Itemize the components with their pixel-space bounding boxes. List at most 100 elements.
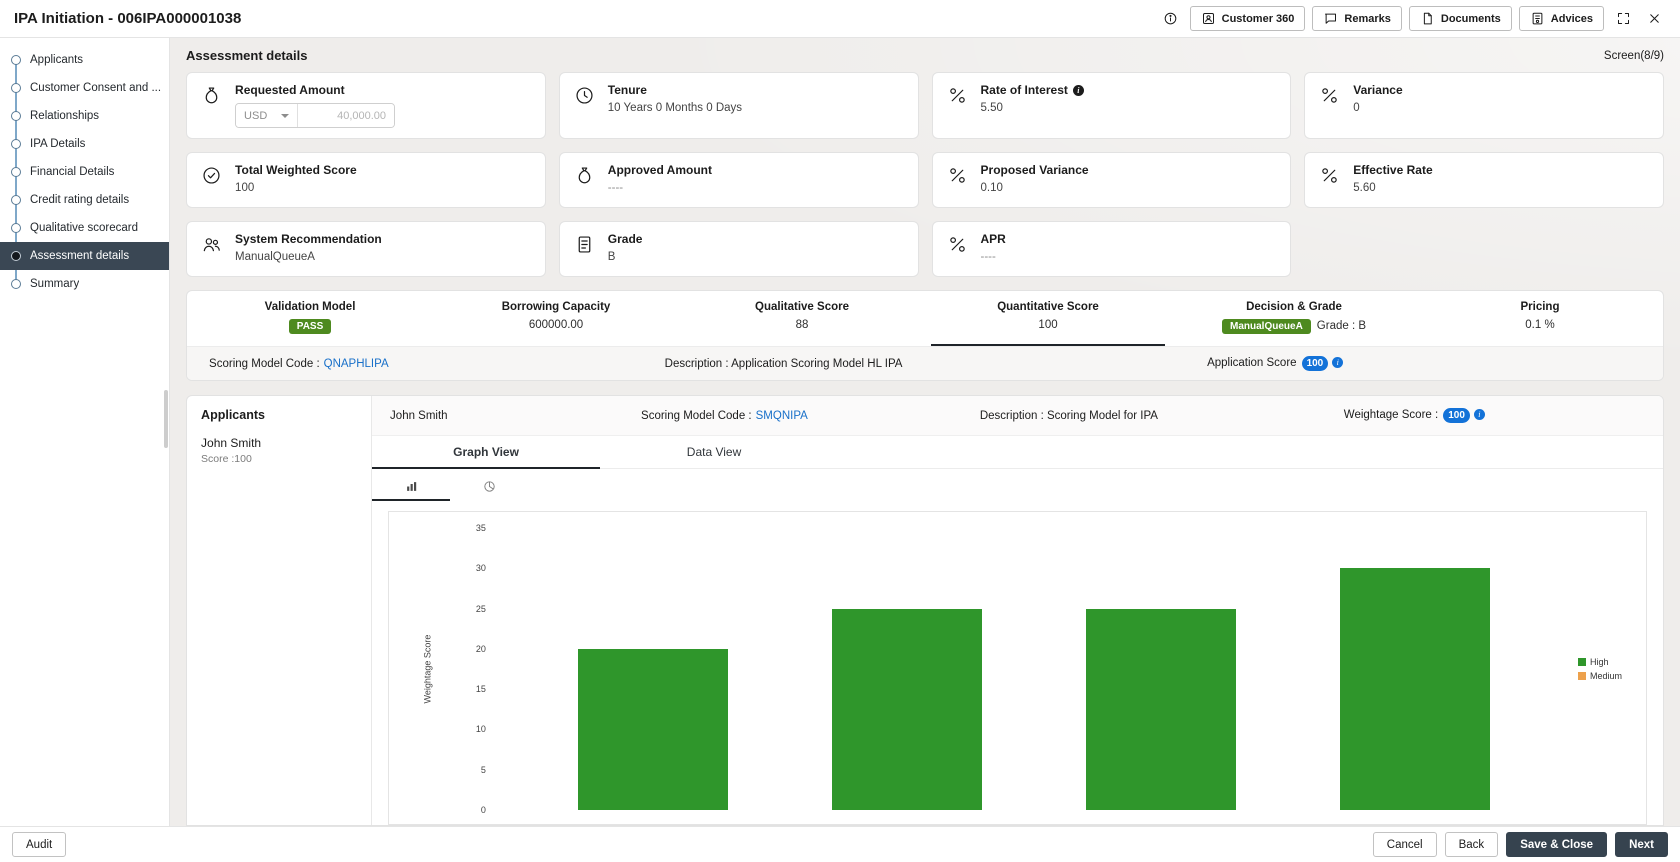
info-icon[interactable] (1473, 409, 1485, 421)
percent-icon (1322, 88, 1338, 103)
card-label: Proposed Variance (980, 163, 1089, 177)
grade-text: Grade : B (1316, 320, 1367, 332)
approved-amount-card: Approved Amount ---- (558, 152, 919, 208)
card-label: Effective Rate (1353, 163, 1433, 177)
card-label: Rate of Interest (981, 83, 1084, 97)
scoring-model-code: Scoring Model Code : QNAPHLIPA (209, 358, 665, 370)
card-body: Effective Rate 5.60 (1353, 163, 1432, 194)
money-bag-icon (205, 87, 218, 104)
requested-amount-group: USD (235, 103, 396, 128)
card-body: Approved Amount ---- (608, 163, 712, 194)
card-value: ---- (980, 251, 996, 263)
sidebar-item-relationships[interactable]: Relationships (0, 102, 169, 130)
people-icon (203, 238, 220, 252)
requested-amount-input[interactable] (298, 104, 395, 127)
card-label-text: Rate of Interest (980, 83, 1068, 97)
applicant-list-item[interactable]: John Smith Score :100 (201, 436, 357, 465)
expand-button[interactable] (1611, 7, 1635, 31)
sidebar-item-qualitative-scorecard[interactable]: Qualitative scorecard (0, 214, 169, 242)
rate-of-interest-card: Rate of Interest 5.50 (931, 72, 1292, 139)
sidebar-item-ipa-details[interactable]: IPA Details (0, 130, 169, 158)
summary-validation-model[interactable]: Validation Model PASS (187, 291, 433, 346)
page-title: IPA Initiation - 006IPA000001038 (14, 10, 242, 27)
sidebar-item-label: Credit rating details (30, 194, 130, 206)
back-button[interactable]: Back (1444, 832, 1499, 857)
summary-borrowing-capacity[interactable]: Borrowing Capacity 600000.00 (433, 291, 679, 346)
tenure-card: Tenure 10 Years 0 Months 0 Days (558, 72, 919, 139)
customer-360-button[interactable]: Customer 360 (1189, 6, 1306, 31)
summary-quantitative-score[interactable]: Quantitative Score 100 (925, 291, 1171, 346)
variance-card: Variance 0 (1304, 72, 1664, 139)
audit-button[interactable]: Audit (12, 832, 67, 857)
step-dot-icon (11, 139, 21, 149)
step-dot-icon (11, 195, 21, 205)
sidebar-item-label: Assessment details (30, 250, 130, 262)
topbar: IPA Initiation - 006IPA000001038 Custome… (0, 0, 1680, 38)
applicants-title: Applicants (201, 408, 265, 422)
advices-button[interactable]: Advices (1518, 6, 1604, 31)
sidebar-item-financial-details[interactable]: Financial Details (0, 158, 169, 186)
card-body: Proposed Variance 0.10 (981, 163, 1089, 194)
tab-bar-chart[interactable] (372, 471, 451, 501)
sidebar-item-summary[interactable]: Summary (0, 270, 169, 298)
detail-applicant-name: John Smith (390, 409, 448, 422)
stepper: Applicants Customer Consent and ... Rela… (0, 46, 170, 298)
scoring-model-code-link[interactable]: QNAPHLIPA (324, 358, 389, 370)
summary-value: 100 (1038, 319, 1058, 331)
summary-label: Quantitative Score (997, 301, 1099, 313)
card-value: ManualQueueA (235, 251, 315, 263)
card-label: Tenure (607, 83, 647, 97)
sidebar-item-label: Financial Details (30, 166, 115, 178)
summary-label: Pricing (1520, 301, 1560, 313)
card-body: Rate of Interest 5.50 (981, 83, 1084, 114)
info-button[interactable] (1159, 7, 1183, 31)
close-button[interactable] (1642, 7, 1666, 31)
close-icon (1649, 14, 1659, 23)
requested-amount-card: Requested Amount USD (186, 72, 546, 139)
step-dot-icon (11, 279, 21, 289)
detail-description: Description : Scoring Model for IPA (979, 409, 1158, 422)
documents-button[interactable]: Documents (1408, 6, 1512, 31)
sidebar-item-credit-rating-details[interactable]: Credit rating details (0, 186, 169, 214)
application-score-badge: 100 (1301, 356, 1329, 371)
card-label: Grade (607, 232, 643, 246)
info-icon[interactable] (1332, 357, 1344, 369)
card-label: Requested Amount (235, 83, 345, 97)
stepper-sidebar: Applicants Customer Consent and ... Rela… (0, 38, 171, 826)
sidebar-item-assessment-details[interactable]: Assessment details (0, 242, 170, 270)
summary-qualitative-score[interactable]: Qualitative Score 88 (679, 291, 925, 346)
view-tabs: Graph View Data View (372, 436, 1663, 469)
card-body: System Recommendation ManualQueueA (235, 232, 382, 263)
remarks-button[interactable]: Remarks (1312, 6, 1402, 31)
summary-value: 88 (795, 319, 809, 331)
card-label: Total Weighted Score (235, 163, 357, 177)
sidebar-item-label: Applicants (30, 54, 84, 66)
card-value: 5.50 (980, 102, 1003, 114)
card-label: System Recommendation (235, 232, 382, 246)
step-dot-icon (11, 251, 21, 261)
save-close-button[interactable]: Save & Close (1506, 832, 1608, 857)
summary-pricing[interactable]: Pricing 0.1 % (1417, 291, 1663, 346)
sidebar-item-customer-consent[interactable]: Customer Consent and ... (0, 74, 169, 102)
sidebar-item-applicants[interactable]: Applicants (0, 46, 169, 74)
assessment-cards: Requested Amount USD Tenure (186, 72, 1664, 277)
summary-label: Validation Model (264, 301, 356, 313)
tab-data-view[interactable]: Data View (600, 436, 828, 468)
footer: Audit Cancel Back Save & Close Next (0, 826, 1680, 862)
bar (1339, 568, 1490, 810)
check-circle-icon (203, 167, 220, 184)
summary-value: 0.1 % (1525, 319, 1555, 331)
detail-model-code-link[interactable]: SMQNIPA (756, 410, 808, 422)
info-icon[interactable] (1072, 84, 1084, 96)
summary-decision-grade[interactable]: Decision & Grade ManualQueueA Grade : B (1171, 291, 1417, 346)
currency-select[interactable]: USD (236, 104, 299, 127)
cancel-button[interactable]: Cancel (1372, 832, 1437, 857)
system-recommendation-card: System Recommendation ManualQueueA (186, 221, 546, 277)
advices-icon (1532, 12, 1543, 25)
weightage-score-chart: Weightage Score 0 5 10 15 20 25 30 35 High Mediu… (388, 511, 1647, 825)
step-dot-icon (11, 223, 21, 233)
legend-item: High (1578, 657, 1638, 667)
tab-pie-chart[interactable] (450, 471, 528, 501)
tab-graph-view[interactable]: Graph View (372, 436, 601, 469)
next-button[interactable]: Next (1615, 832, 1668, 857)
